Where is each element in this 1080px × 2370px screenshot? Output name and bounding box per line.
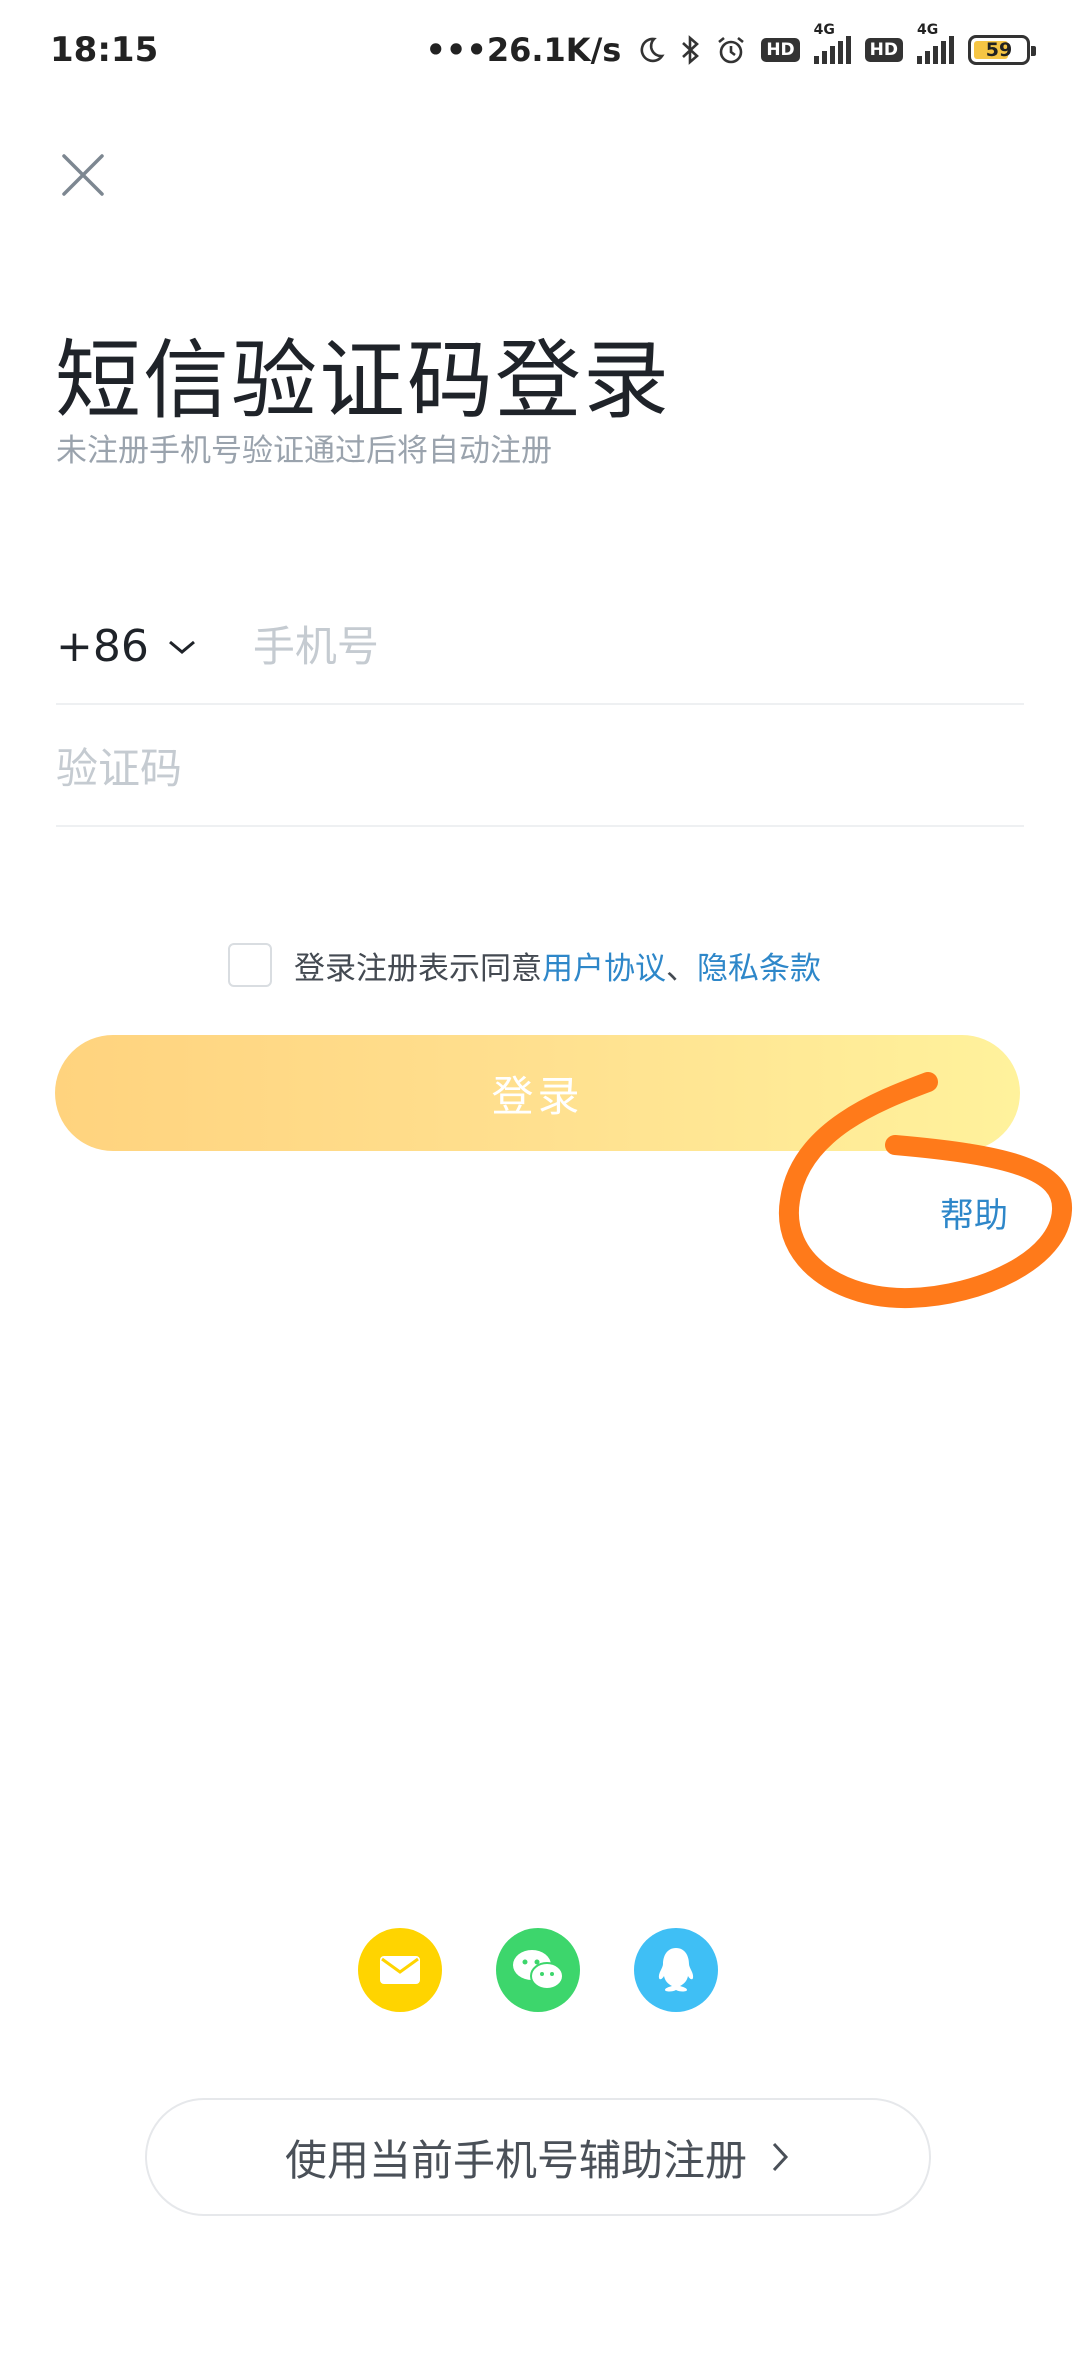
assist-register-button[interactable]: 使用当前手机号辅助注册: [145, 2098, 931, 2216]
mail-icon: [380, 1956, 420, 1984]
login-button[interactable]: 登录: [55, 1035, 1020, 1151]
alarm-icon: [715, 34, 747, 66]
code-row: [56, 712, 1024, 827]
signal-icon-2: 4G: [917, 22, 954, 64]
assist-register-label: 使用当前手机号辅助注册: [284, 2135, 747, 2185]
wechat-login-button[interactable]: [496, 1928, 580, 2012]
bluetooth-icon: [679, 34, 701, 66]
agreement-prefix: 登录注册表示同意: [294, 950, 542, 987]
help-link[interactable]: 帮助: [940, 1188, 1008, 1237]
privacy-policy-link[interactable]: 隐私条款: [697, 943, 821, 988]
mail-login-button[interactable]: [358, 1928, 442, 2012]
phone-input[interactable]: [252, 622, 953, 671]
status-icons: •••26.1K/s HD 4G HD 4G 59: [425, 22, 1036, 69]
verification-code-input[interactable]: [56, 744, 956, 793]
signal-icon: 4G: [813, 22, 851, 64]
battery-icon: 59: [968, 35, 1036, 65]
battery-level: 59: [985, 39, 1013, 61]
user-agreement-link[interactable]: 用户协议: [542, 943, 666, 988]
close-icon: [62, 154, 104, 196]
qq-icon: [658, 1948, 694, 1992]
page-title: 短信验证码登录: [55, 331, 671, 431]
chevron-down-icon: [168, 640, 195, 654]
hd-badge: HD: [761, 38, 800, 62]
agreement-row: 登录注册表示同意 用户协议 、 隐私条款: [228, 940, 821, 990]
qq-login-button[interactable]: [634, 1928, 718, 2012]
agreement-separator: 、: [666, 950, 697, 987]
wechat-icon: [513, 1950, 564, 1990]
country-code: +86: [56, 621, 149, 672]
agreement-checkbox[interactable]: [228, 943, 272, 987]
chevron-right-icon: [772, 2142, 789, 2172]
moon-icon: [635, 35, 665, 65]
net-speed: •••26.1K/s: [425, 31, 622, 69]
hd-badge-2: HD: [864, 38, 903, 62]
login-button-label: 登录: [491, 1071, 584, 1121]
page-subtitle: 未注册手机号验证通过后将自动注册: [56, 433, 552, 469]
status-bar: 18:15 •••26.1K/s HD 4G HD 4G 59: [0, 0, 1080, 100]
close-button[interactable]: [58, 150, 110, 202]
phone-row: +86: [56, 590, 1024, 705]
login-page: 18:15 •••26.1K/s HD 4G HD 4G 59 短信验证码登录 …: [0, 0, 1080, 2370]
status-time: 18:15: [50, 30, 159, 70]
country-code-selector[interactable]: +86: [56, 621, 197, 672]
